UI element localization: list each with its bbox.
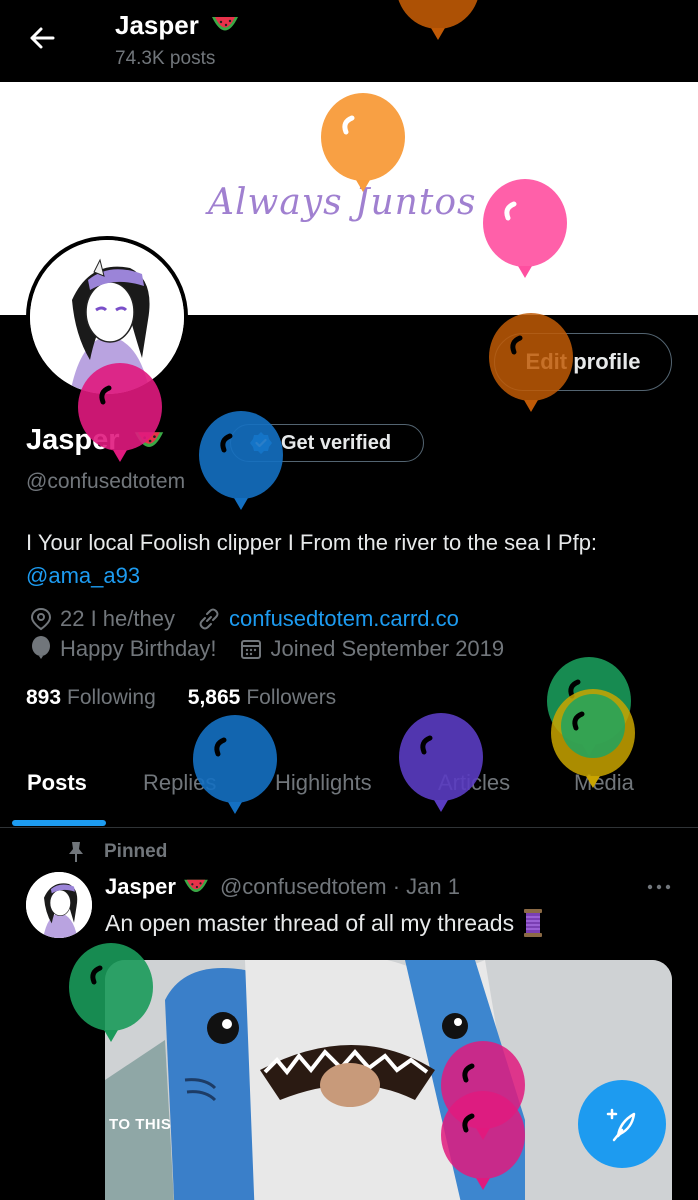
birthday-item: Happy Birthday! <box>30 636 217 662</box>
balloon-icon <box>193 715 277 814</box>
profile-meta-row-1: 22 I he/they confusedtotem.carrd.co <box>30 606 481 632</box>
location-text: 22 I he/they <box>60 606 175 631</box>
profile-meta-row-2: Happy Birthday! Joined September 2019 <box>30 636 526 662</box>
balloon-icon <box>489 313 573 412</box>
pinned-indicator: Pinned <box>66 840 167 864</box>
post-body: An open master thread of all my threads <box>105 909 515 936</box>
active-tab-indicator <box>12 820 106 826</box>
pin-icon <box>69 842 83 862</box>
location-pin-icon <box>30 607 52 631</box>
media-caption: TO THIS <box>109 1116 172 1133</box>
following-label: Following <box>67 686 156 709</box>
avatar-illustration-small <box>26 872 92 938</box>
pinned-label: Pinned <box>104 841 168 862</box>
post-handle-date: @confusedtotem · Jan 1 <box>219 874 460 899</box>
website-item[interactable]: confusedtotem.carrd.co <box>197 606 459 632</box>
profile-handle: @confusedtotem <box>26 470 186 493</box>
arrow-left-icon <box>30 27 55 49</box>
compose-post-button[interactable] <box>578 1080 666 1168</box>
back-button[interactable] <box>26 22 58 54</box>
balloon-icon <box>399 713 483 812</box>
balloon-icon <box>398 0 478 40</box>
post-header: Jasper @confusedtotem · Jan 1 <box>105 874 460 900</box>
watermelon-emoji-icon <box>184 879 208 892</box>
thread-spool-emoji-icon <box>524 909 543 937</box>
followers-label: Followers <box>246 686 337 709</box>
followers-link[interactable]: 5,865 Followers <box>188 686 336 710</box>
shark-costume-image <box>105 960 672 1200</box>
balloon-icon <box>441 1091 525 1190</box>
header-title: Jasper <box>115 10 199 40</box>
watermelon-emoji-icon <box>212 17 239 31</box>
following-count: 893 <box>26 686 62 709</box>
balloon-icon <box>551 689 635 788</box>
post-author-name[interactable]: Jasper <box>105 874 176 900</box>
balloon-icon <box>199 411 283 510</box>
balloon-icon <box>69 943 153 1042</box>
post-author-avatar[interactable] <box>26 872 92 938</box>
get-verified-label: Get verified <box>281 431 392 454</box>
joined-item: Joined September 2019 <box>239 636 505 662</box>
balloon-icon <box>32 636 50 659</box>
header-title-row: Jasper <box>115 10 240 41</box>
tab-highlights[interactable]: Highlights <box>275 770 372 796</box>
tab-posts[interactable]: Posts <box>27 770 87 796</box>
follow-stats: 893 Following 5,865 Followers <box>26 686 336 710</box>
header-post-count: 74.3K posts <box>115 48 216 69</box>
balloon-icon <box>78 363 162 462</box>
birthday-text: Happy Birthday! <box>60 636 217 661</box>
profile-bio: I Your local Foolish clipper I From the … <box>26 526 676 592</box>
bio-mention-link[interactable]: @ama_a93 <box>26 563 140 588</box>
balloon-icon <box>483 179 567 278</box>
followers-count: 5,865 <box>187 686 241 709</box>
post-text: An open master thread of all my threads <box>105 908 544 938</box>
top-bar: Jasper 74.3K posts <box>0 0 698 82</box>
following-link[interactable]: 893 Following <box>26 686 156 710</box>
more-dots-icon <box>647 884 671 890</box>
post-media-image[interactable]: TO THIS <box>105 960 672 1200</box>
link-icon <box>199 608 219 630</box>
location-item: 22 I he/they <box>30 606 175 632</box>
bio-text: I Your local Foolish clipper I From the … <box>26 530 598 555</box>
website-link[interactable]: confusedtotem.carrd.co <box>229 606 459 632</box>
calendar-icon <box>240 640 261 659</box>
compose-post-icon <box>606 1108 636 1142</box>
post-more-button[interactable] <box>644 876 674 898</box>
balloon-icon <box>321 93 405 192</box>
joined-text: Joined September 2019 <box>270 636 505 661</box>
